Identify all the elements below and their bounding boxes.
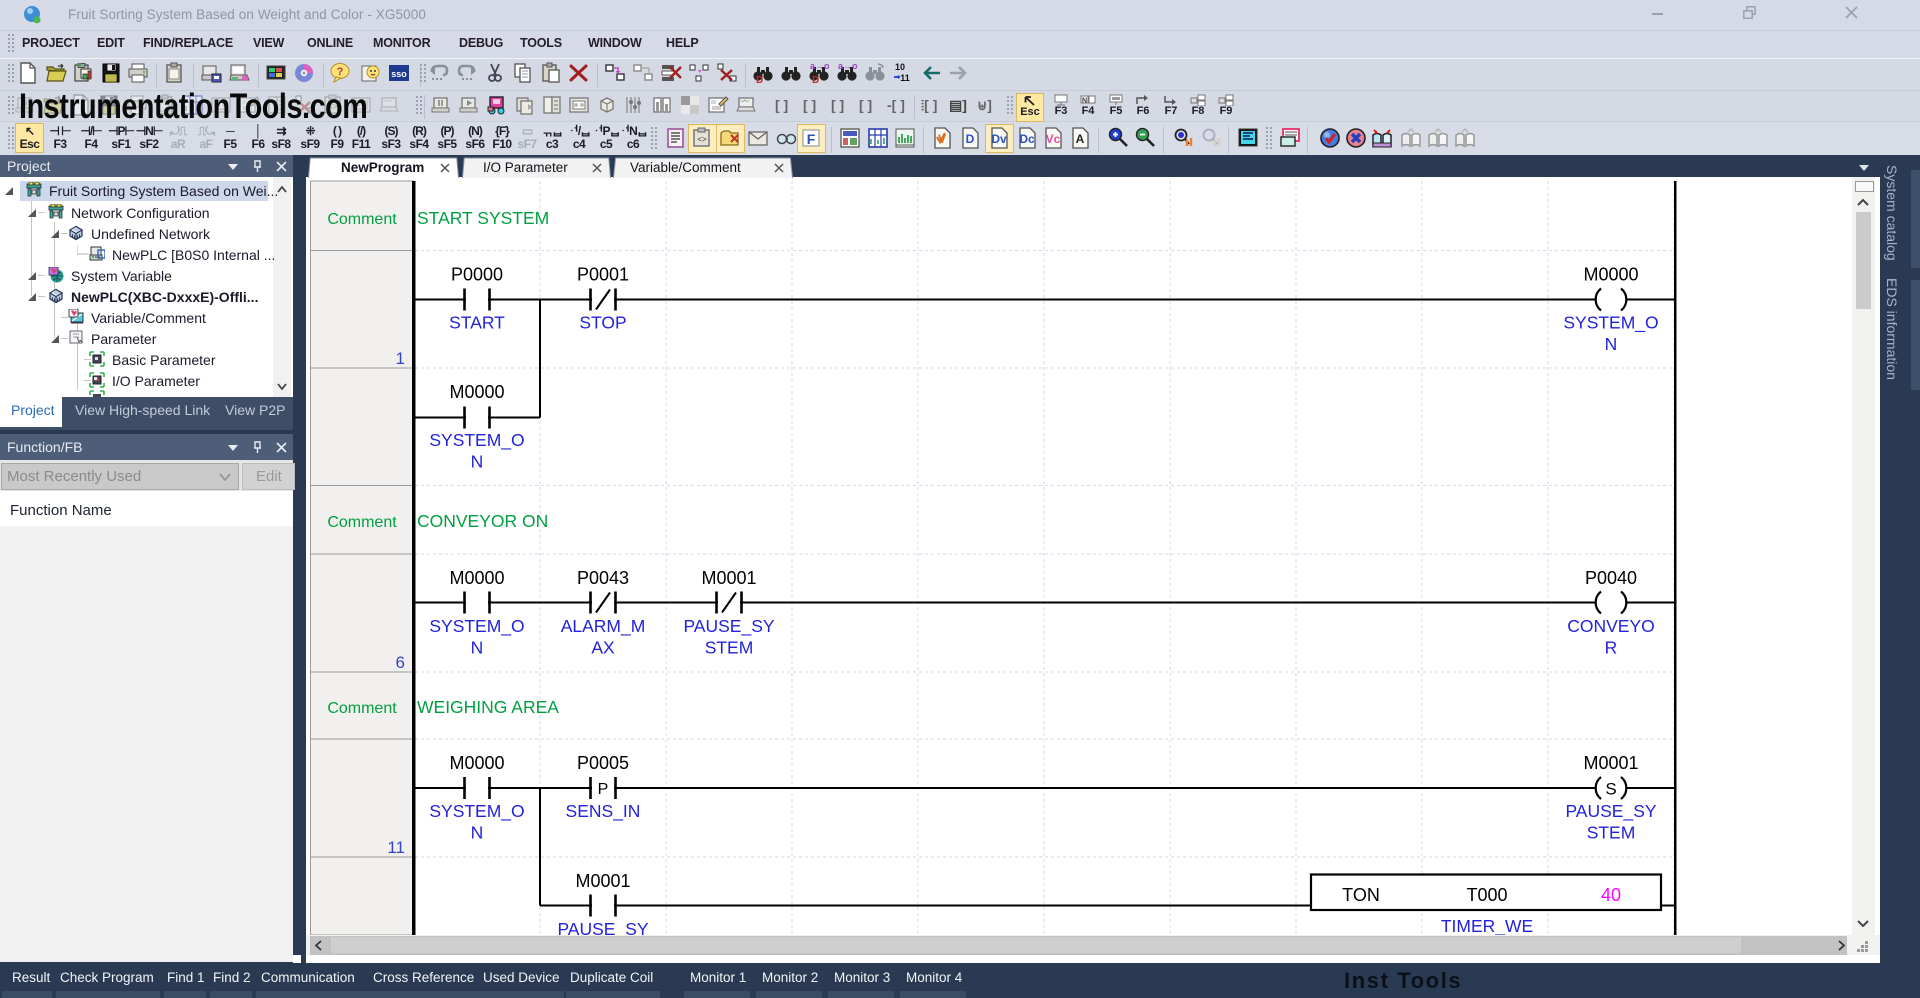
svg-text:SYSTEM_O: SYSTEM_O: [429, 616, 524, 637]
svg-text:11: 11: [387, 838, 405, 857]
svg-text:11: 11: [900, 73, 910, 83]
svg-text:A: A: [1076, 132, 1085, 146]
svg-text:P0005: P0005: [577, 753, 629, 773]
svg-text:?: ?: [337, 66, 344, 78]
svg-text:a→o: a→o: [810, 62, 830, 71]
svg-text:AX: AX: [591, 638, 615, 658]
svg-text:D: D: [812, 75, 819, 84]
svg-text:T000: T000: [1466, 885, 1507, 905]
svg-text:PAUSE_SY: PAUSE_SY: [1565, 801, 1656, 822]
svg-text:P0043: P0043: [577, 568, 629, 588]
svg-text:40: 40: [1601, 885, 1621, 905]
svg-text:Dc: Dc: [1019, 132, 1035, 146]
svg-text:M0000: M0000: [449, 753, 504, 773]
svg-text:STEM: STEM: [705, 638, 754, 658]
svg-text:Comment: Comment: [327, 514, 397, 531]
svg-text:R: R: [1605, 638, 1618, 658]
svg-text:START SYSTEM: START SYSTEM: [417, 208, 549, 228]
svg-text:D: D: [756, 75, 763, 84]
svg-text:N: N: [471, 638, 484, 658]
svg-text:STEM: STEM: [1587, 823, 1636, 843]
svg-text:TIMER_WE: TIMER_WE: [1441, 916, 1533, 937]
svg-text:Vc: Vc: [1046, 132, 1061, 146]
svg-text:P0000: P0000: [451, 265, 503, 285]
svg-text:D: D: [966, 132, 975, 146]
svg-text:SYSTEM_O: SYSTEM_O: [429, 430, 524, 451]
svg-text:Comment: Comment: [327, 700, 397, 717]
svg-text:SYSTEM_O: SYSTEM_O: [429, 801, 524, 822]
svg-text:START: START: [449, 313, 505, 333]
svg-text:P: P: [598, 781, 609, 798]
svg-text:M0001: M0001: [1583, 753, 1638, 773]
svg-text:M0000: M0000: [1583, 265, 1638, 285]
svg-text:N: N: [1605, 334, 1618, 354]
svg-text:N: N: [1082, 98, 1087, 105]
svg-text:ALARM_M: ALARM_M: [561, 616, 646, 637]
svg-text:6: 6: [396, 653, 405, 672]
svg-text:10: 10: [895, 62, 905, 72]
svg-text:M0001: M0001: [575, 871, 630, 891]
svg-text:SYSTEM_O: SYSTEM_O: [1563, 313, 1658, 334]
svg-text:WEIGHING AREA: WEIGHING AREA: [417, 697, 559, 717]
svg-text:P0040: P0040: [1585, 568, 1637, 588]
svg-text:SENS_IN: SENS_IN: [566, 801, 641, 822]
svg-text:a→o: a→o: [838, 62, 858, 71]
svg-text:STOP: STOP: [579, 313, 626, 333]
svg-text:Dv: Dv: [991, 132, 1007, 146]
svg-text:M0001: M0001: [701, 568, 756, 588]
svg-text:M0000: M0000: [449, 568, 504, 588]
svg-text:Comment: Comment: [327, 211, 397, 228]
svg-text:1: 1: [396, 349, 405, 368]
svg-text:<>: <>: [697, 135, 707, 144]
svg-text:N: N: [471, 823, 484, 843]
svg-text:sso: sso: [391, 69, 407, 79]
svg-text:S: S: [1605, 780, 1616, 799]
svg-text:CONVEYOR ON: CONVEYOR ON: [417, 511, 548, 531]
svg-text:TON: TON: [1342, 885, 1380, 905]
svg-text:P0001: P0001: [577, 265, 629, 285]
svg-text:F: F: [807, 131, 816, 147]
svg-text:N: N: [471, 452, 484, 472]
svg-text:M0000: M0000: [449, 382, 504, 402]
svg-text:PAUSE_SY: PAUSE_SY: [683, 616, 774, 637]
svg-text:CONVEYO: CONVEYO: [1567, 616, 1655, 636]
